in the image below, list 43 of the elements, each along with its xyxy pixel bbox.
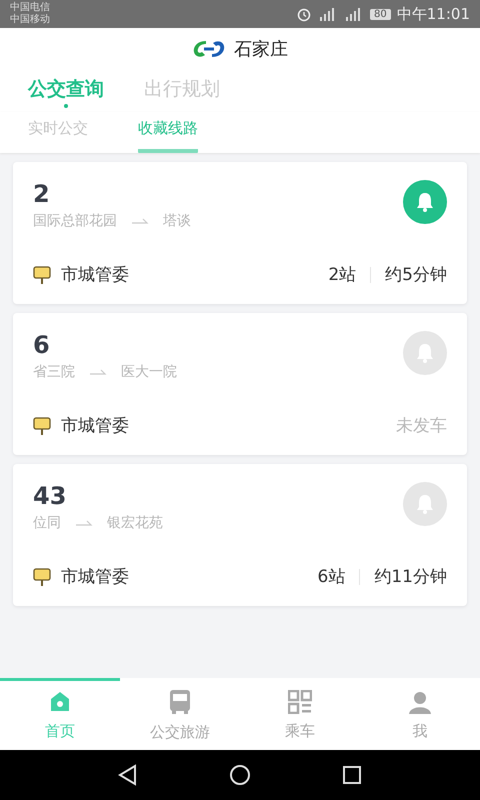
destination-stop: 塔谈 <box>163 212 191 230</box>
stops-count: 2站 <box>328 264 356 286</box>
origin-stop: 位同 <box>33 514 61 532</box>
clock-time: 中午11:01 <box>396 4 470 24</box>
nav-tab[interactable]: 乘车 <box>240 678 360 750</box>
tab[interactable]: 公交查询 <box>28 74 104 112</box>
route-number: 6 <box>33 331 51 359</box>
stop-sign-icon <box>33 416 51 436</box>
recents-icon[interactable] <box>341 764 363 786</box>
subtab[interactable]: 实时公交 <box>28 116 88 153</box>
route-number: 43 <box>33 482 68 510</box>
destination-stop: 医大一院 <box>121 363 177 381</box>
route-number: 2 <box>33 180 51 208</box>
logo-icon <box>192 38 226 60</box>
arrival-time: 约5分钟 <box>385 264 447 286</box>
arrival-time: 约11分钟 <box>374 566 447 588</box>
destination-stop: 银宏花苑 <box>107 514 163 532</box>
origin-stop: 省三院 <box>33 363 75 381</box>
route-card[interactable]: 2 国际总部花园 塔谈 市城管委 2站 约5分钟 <box>13 162 467 304</box>
station-name: 市城管委 <box>61 566 129 588</box>
carrier-name: 中国移动 <box>10 14 50 26</box>
route-card[interactable]: 6 省三院 医大一院 市城管委 未发车 <box>13 313 467 455</box>
nav-tab[interactable]: 公交旅游 <box>120 678 240 750</box>
bus-icon <box>168 689 192 715</box>
battery-level: 80 <box>370 8 391 20</box>
alarm-icon <box>296 6 312 22</box>
person-icon <box>408 690 432 714</box>
home-circle-icon[interactable] <box>229 764 251 786</box>
origin-stop: 国际总部花园 <box>33 212 117 230</box>
station-name: 市城管委 <box>61 264 129 286</box>
stop-sign-icon <box>33 566 51 586</box>
nav-tab[interactable]: 我 <box>360 678 480 750</box>
subtab[interactable]: 收藏线路 <box>138 116 198 153</box>
city-title: 石家庄 <box>234 38 288 61</box>
grid-icon <box>288 690 312 714</box>
station-name: 市城管委 <box>61 415 129 437</box>
back-icon[interactable] <box>117 764 139 786</box>
home-icon <box>48 690 72 714</box>
bus-status: 未发车 <box>396 415 447 437</box>
carrier-name: 中国电信 <box>10 2 50 14</box>
stops-count: 6站 <box>318 566 346 588</box>
stop-sign-icon <box>33 264 51 284</box>
route-card[interactable]: 43 位同 银宏花苑 市城管委 6站 约11分钟 <box>13 464 467 606</box>
